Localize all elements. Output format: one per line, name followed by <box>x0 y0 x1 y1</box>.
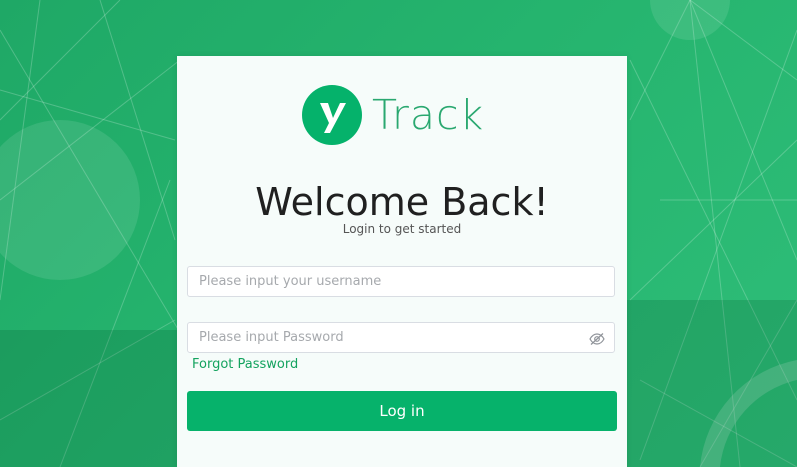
password-input[interactable] <box>187 322 615 353</box>
login-card: Track Welcome Back! Login to get started… <box>177 56 627 467</box>
username-input[interactable] <box>187 266 615 297</box>
forgot-password-link[interactable]: Forgot Password <box>192 357 298 372</box>
welcome-title: Welcome Back! <box>255 180 549 224</box>
brand-logo: Track <box>302 85 484 145</box>
login-button[interactable]: Log in <box>187 391 617 431</box>
welcome-subtitle: Login to get started <box>342 222 462 236</box>
y-logo-icon <box>302 85 362 145</box>
eye-slash-icon[interactable] <box>589 331 605 345</box>
brand-name: Track <box>372 91 485 139</box>
